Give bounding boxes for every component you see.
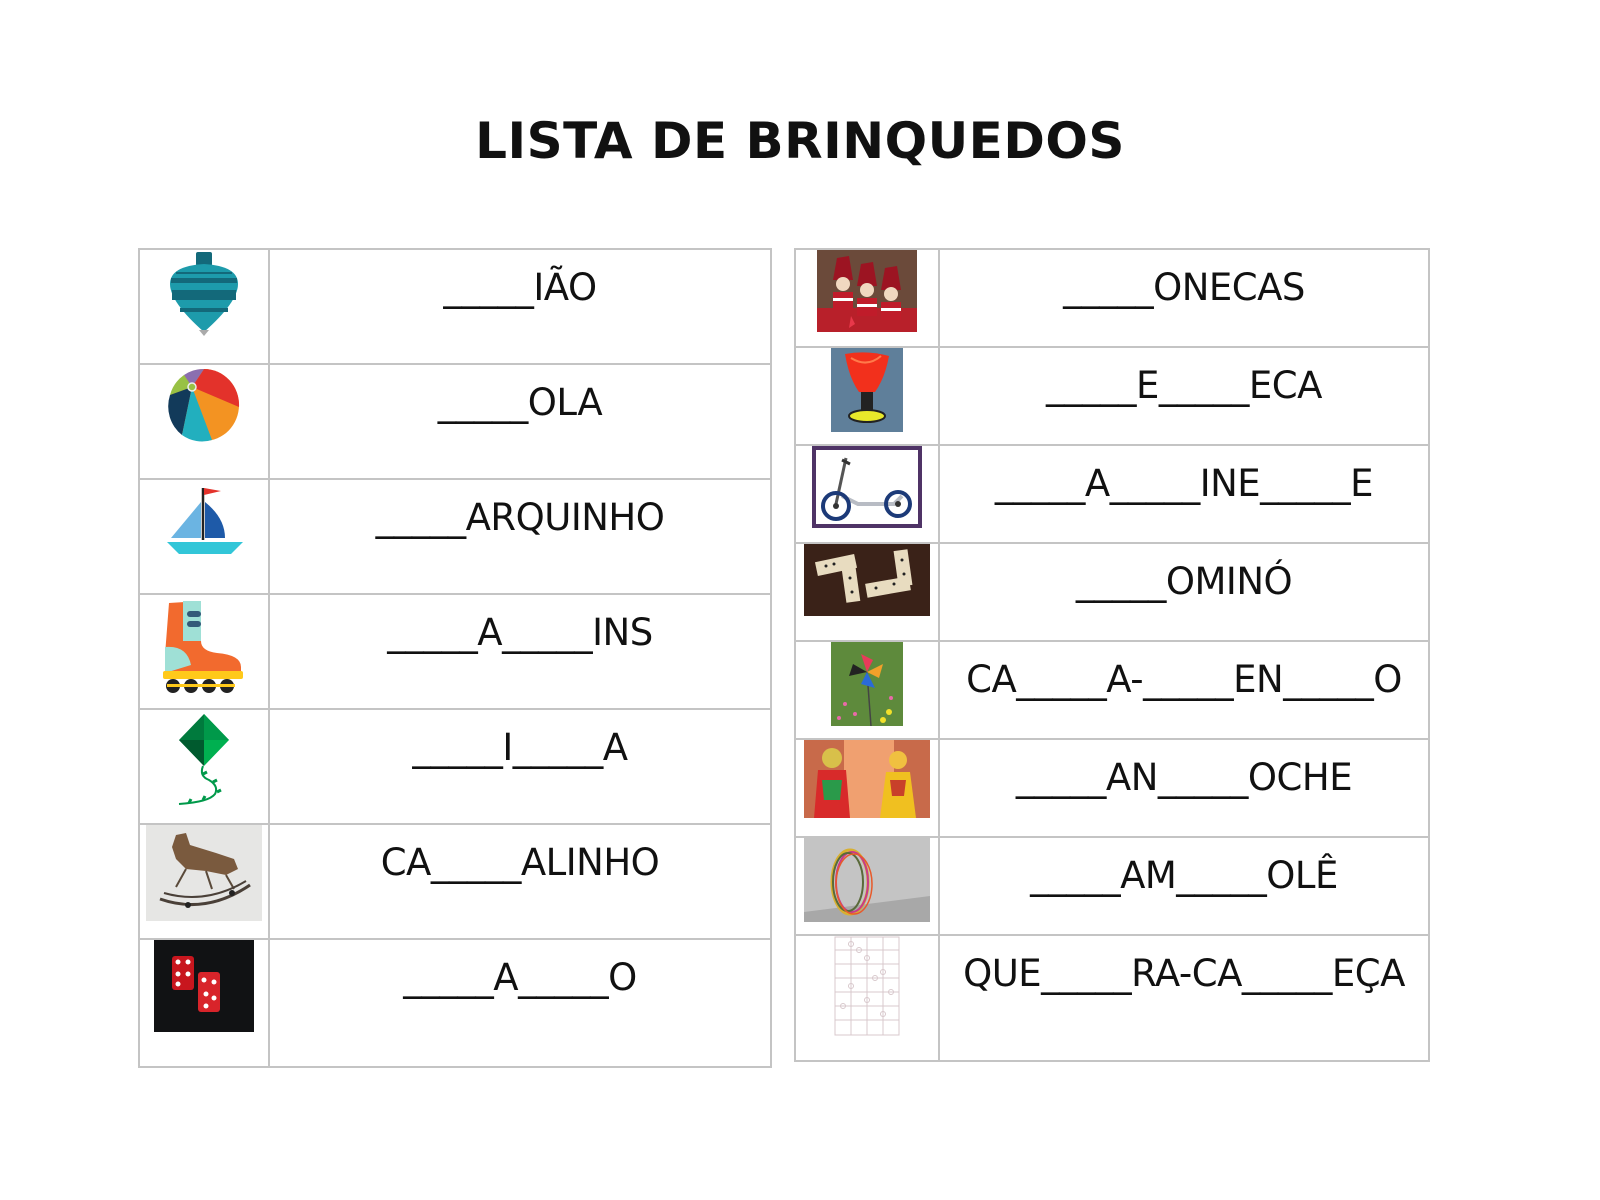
table-row: CA_____ALINHO (138, 823, 772, 940)
hula-hoop-image (804, 838, 930, 922)
table-row: CA_____A-_____EN_____O (794, 640, 1430, 740)
fill-in-word[interactable]: _____E_____ECA (940, 348, 1428, 407)
table-row: _____A_____O (138, 938, 772, 1068)
peteca-shuttlecock-image (831, 348, 903, 432)
table-row: _____OMINÓ (794, 542, 1430, 642)
table-row: _____AM_____OLÊ (794, 836, 1430, 936)
picture-cell (138, 593, 270, 710)
picture-cell (794, 444, 940, 544)
dice-image (154, 940, 254, 1032)
picture-cell (138, 248, 270, 365)
fill-in-word[interactable]: _____A_____INS (270, 595, 770, 654)
word-cell: _____OLA (268, 363, 772, 480)
fill-in-word[interactable]: CA_____ALINHO (270, 825, 770, 884)
fill-in-word[interactable]: _____OLA (270, 365, 770, 424)
jigsaw-puzzle-image (834, 936, 900, 1036)
fill-in-word[interactable]: _____AN_____OCHE (940, 740, 1428, 799)
fill-in-word[interactable]: _____A_____INE_____E (940, 446, 1428, 505)
toy-list-right-table: _____ONECAS _____E_____ECA _____A_____IN… (794, 248, 1430, 1062)
table-row: _____IÃO (138, 248, 772, 365)
word-cell: _____ONECAS (938, 248, 1430, 348)
table-row: _____E_____ECA (794, 346, 1430, 446)
pinwheel-image (831, 642, 903, 726)
word-cell: _____AM_____OLÊ (938, 836, 1430, 936)
word-cell: _____A_____INE_____E (938, 444, 1430, 544)
dolls-image (817, 250, 917, 332)
picture-cell (138, 363, 270, 480)
toy-list-left-table: _____IÃO _____OLA _____ARQUINHO _____A__… (138, 248, 772, 1068)
fill-in-word[interactable]: _____IÃO (270, 250, 770, 309)
rocking-horse-image (146, 825, 262, 921)
word-cell: _____E_____ECA (938, 346, 1430, 446)
picture-cell (794, 934, 940, 1062)
fill-in-word[interactable]: _____I_____A (270, 710, 770, 769)
picture-cell (138, 478, 270, 595)
word-cell: QUE_____RA-CA_____EÇA (938, 934, 1430, 1062)
picture-cell (138, 938, 270, 1068)
table-row: QUE_____RA-CA_____EÇA (794, 934, 1430, 1062)
picture-cell (794, 836, 940, 936)
fill-in-word[interactable]: _____A_____O (270, 940, 770, 999)
table-row: _____I_____A (138, 708, 772, 825)
dominoes-image (804, 544, 930, 616)
beach-ball-icon (168, 368, 240, 442)
word-cell: CA_____A-_____EN_____O (938, 640, 1430, 740)
table-row: _____AN_____OCHE (794, 738, 1430, 838)
word-cell: _____AN_____OCHE (938, 738, 1430, 838)
word-cell: _____A_____O (268, 938, 772, 1068)
scooter-image (812, 446, 922, 528)
table-row: _____ARQUINHO (138, 478, 772, 595)
picture-cell (138, 823, 270, 940)
spinning-top-icon (170, 252, 238, 336)
fill-in-word[interactable]: CA_____A-_____EN_____O (940, 642, 1428, 701)
roller-skate-icon (163, 601, 243, 693)
word-cell: _____IÃO (268, 248, 772, 365)
sailboat-icon (167, 488, 243, 554)
table-row: _____A_____INS (138, 593, 772, 710)
fill-in-word[interactable]: QUE_____RA-CA_____EÇA (940, 936, 1428, 995)
fill-in-word[interactable]: _____OMINÓ (940, 544, 1428, 603)
fill-in-word[interactable]: _____AM_____OLÊ (940, 838, 1428, 897)
fill-in-word[interactable]: _____ONECAS (940, 250, 1428, 309)
page-title: LISTA DE BRINQUEDOS (475, 112, 1125, 170)
table-row: _____A_____INE_____E (794, 444, 1430, 544)
word-cell: _____A_____INS (268, 593, 772, 710)
fill-in-word[interactable]: _____ARQUINHO (270, 480, 770, 539)
table-row: _____ONECAS (794, 248, 1430, 348)
word-cell: _____I_____A (268, 708, 772, 825)
puppets-image (804, 740, 930, 818)
word-cell: _____ARQUINHO (268, 478, 772, 595)
picture-cell (794, 640, 940, 740)
word-cell: _____OMINÓ (938, 542, 1430, 642)
word-cell: CA_____ALINHO (268, 823, 772, 940)
picture-cell (794, 738, 940, 838)
picture-cell (138, 708, 270, 825)
picture-cell (794, 346, 940, 446)
table-row: _____OLA (138, 363, 772, 480)
picture-cell (794, 542, 940, 642)
picture-cell (794, 248, 940, 348)
kite-icon (178, 714, 229, 805)
